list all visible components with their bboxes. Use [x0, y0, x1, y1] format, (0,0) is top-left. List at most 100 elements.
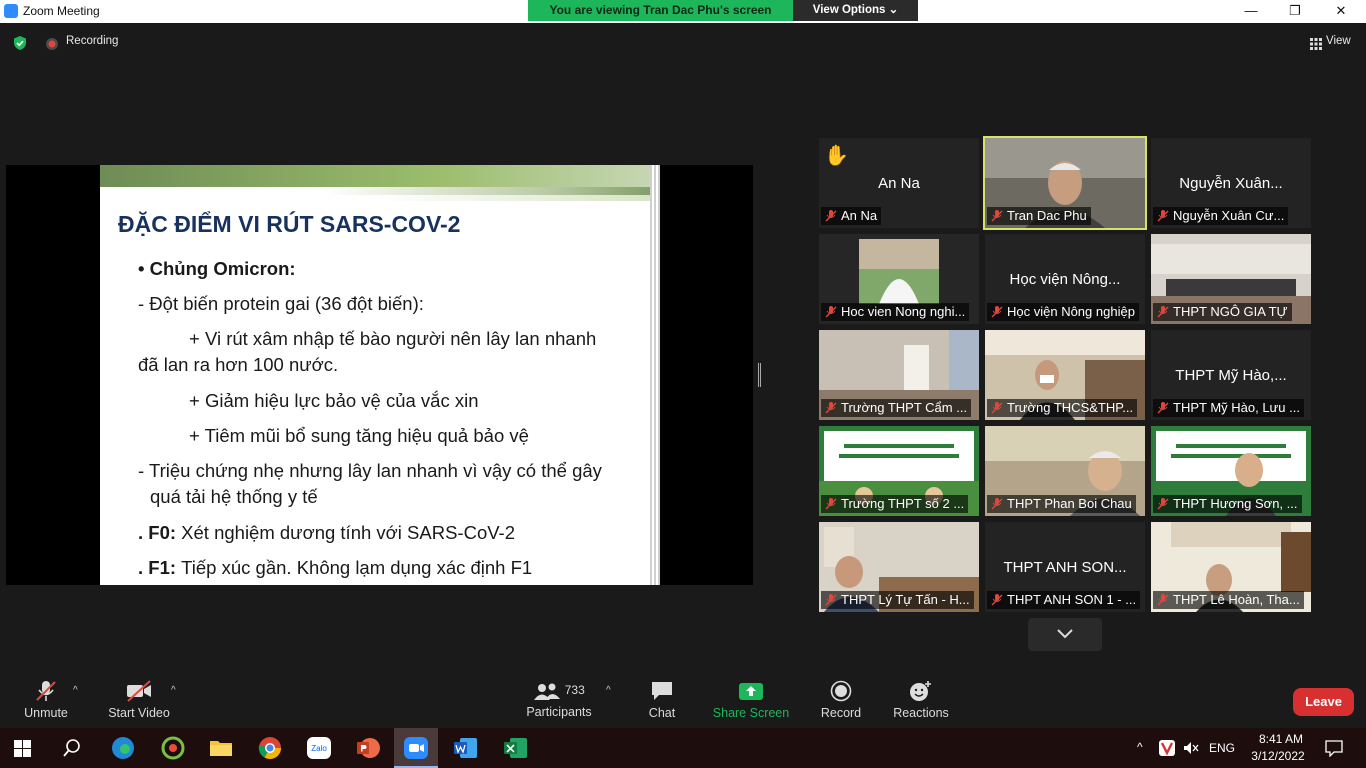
muted-microphone-icon	[825, 210, 837, 222]
participant-tile[interactable]: Hoc vien Nong nghi...	[819, 234, 979, 324]
reactions-smiley-icon	[910, 681, 931, 701]
zoom-taskbar-item[interactable]	[394, 728, 438, 768]
next-page-button[interactable]	[1028, 618, 1102, 651]
leave-button[interactable]: Leave	[1293, 688, 1354, 716]
close-button[interactable]: ✕	[1318, 0, 1364, 23]
record-button[interactable]: Record	[816, 680, 866, 720]
participant-tile[interactable]: Tran Dac Phu	[983, 136, 1147, 230]
participant-name: Trường THCS&THP...	[1007, 400, 1134, 415]
powerpoint-icon[interactable]	[355, 736, 381, 760]
chat-button[interactable]: Chat	[637, 680, 687, 720]
chrome-icon[interactable]	[257, 736, 283, 760]
app-icon[interactable]	[160, 736, 186, 760]
tray-chevron-icon[interactable]: ^	[1137, 740, 1143, 754]
chat-icon	[652, 682, 672, 700]
participant-name-label: Trường THCS&THP...	[987, 399, 1138, 417]
participant-tile[interactable]: Học viện Nông... Học viện Nông nghiệp	[985, 234, 1145, 324]
zalo-icon[interactable]: Zalo	[306, 736, 332, 760]
unmute-button[interactable]: Unmute	[16, 680, 76, 720]
volume-muted-icon[interactable]	[1183, 741, 1199, 755]
slide-line: • Chủng Omicron:	[138, 258, 296, 279]
participant-name-label: An Na	[821, 207, 882, 225]
muted-microphone-icon	[991, 498, 1003, 510]
share-screen-button[interactable]: Share Screen	[711, 680, 791, 720]
participant-tile[interactable]: THPT Lê Hoàn, Tha...	[1151, 522, 1311, 612]
vivaldi-tray-icon[interactable]	[1159, 740, 1175, 756]
participants-options-caret[interactable]: ^	[606, 685, 611, 696]
slide-line: . F1: Tiếp xúc gần. Không lạm dụng xác đ…	[138, 557, 532, 579]
slide-edge-stripes	[650, 165, 660, 585]
participant-tile[interactable]: An Na ✋ An Na	[819, 138, 979, 228]
participant-name-label: THPT Lê Hoàn, Tha...	[1153, 591, 1304, 609]
participant-tile[interactable]: THPT Mỹ Hào,... THPT Mỹ Hào, Lưu ...	[1151, 330, 1311, 420]
clock-date[interactable]: 3/12/2022	[1246, 749, 1310, 763]
participants-label: Participants	[526, 705, 592, 719]
panel-splitter[interactable]	[758, 363, 761, 387]
start-video-button[interactable]: Start Video	[104, 680, 174, 720]
participants-button[interactable]: 733 Participants	[524, 680, 594, 719]
muted-microphone-icon	[991, 306, 1003, 318]
slide-line: + Vi rút xâm nhập tế bào người nên lây l…	[189, 328, 597, 349]
viewing-message: You are viewing Tran Dac Phu's screen	[528, 0, 793, 21]
participant-name-label: Trường THPT Cẩm ...	[821, 399, 972, 417]
view-button[interactable]: View	[1326, 35, 1351, 51]
participants-count: 733	[564, 683, 585, 697]
grid-view-icon[interactable]	[1310, 38, 1322, 50]
participant-tile[interactable]: Trường THPT Cẩm ...	[819, 330, 979, 420]
viewing-banner: You are viewing Tran Dac Phu's screen Vi…	[528, 0, 918, 21]
participant-tile[interactable]: THPT NGÔ GIA TỰ	[1151, 234, 1311, 324]
file-explorer-icon[interactable]	[208, 736, 234, 760]
participant-name-label: THPT ANH SON 1 - ...	[987, 591, 1141, 609]
participant-tile[interactable]: THPT Phan Boi Chau	[985, 426, 1145, 516]
notifications-icon[interactable]	[1325, 739, 1343, 757]
start-video-label: Start Video	[108, 706, 170, 720]
security-shield-icon[interactable]	[12, 35, 28, 51]
participant-tile[interactable]: THPT Hương Sơn, ...	[1151, 426, 1311, 516]
participant-name-label: THPT Lý Tự Tấn - H...	[821, 591, 974, 609]
muted-microphone-icon	[825, 402, 837, 414]
participant-name: THPT Mỹ Hào, Lưu ...	[1173, 400, 1300, 415]
slide-line-text: Tiếp xúc gần. Không lạm dụng xác định F1	[181, 557, 533, 578]
slide-line-label: . F1:	[138, 557, 182, 578]
reactions-button[interactable]: Reactions	[891, 680, 951, 720]
slide-line: . F0: Xét nghiệm dương tính với SARS-CoV…	[138, 522, 515, 544]
participant-name-label: Tran Dac Phu	[987, 207, 1091, 225]
language-indicator[interactable]: ENG	[1209, 741, 1235, 755]
clock-time[interactable]: 8:41 AM	[1252, 732, 1310, 746]
maximize-button[interactable]: ❐	[1272, 0, 1318, 23]
video-options-caret[interactable]: ^	[171, 685, 176, 696]
record-label: Record	[820, 706, 862, 720]
participant-tile[interactable]: THPT Lý Tự Tấn - H...	[819, 522, 979, 612]
participant-name: Trường THPT Cẩm ...	[841, 400, 968, 415]
slide-header-bar	[100, 165, 660, 187]
participant-name: Trường THPT số 2 ...	[841, 496, 965, 511]
video-off-icon	[127, 680, 151, 702]
slide-line: + Tiêm mũi bổ sung tăng hiệu quả bảo vệ	[189, 425, 529, 446]
participant-name-label: THPT Hương Sơn, ...	[1153, 495, 1302, 513]
participant-tile[interactable]: THPT ANH SON... THPT ANH SON 1 - ...	[985, 522, 1145, 612]
zalo-text: Zalo	[311, 744, 327, 753]
excel-icon[interactable]	[502, 736, 528, 760]
shared-screen: ĐẶC ĐIỂM VI RÚT SARS-COV-2 • Chủng Omicr…	[6, 165, 753, 585]
muted-microphone-icon	[991, 594, 1003, 606]
recording-icon	[46, 38, 58, 50]
participant-tile[interactable]: Trường THCS&THP...	[985, 330, 1145, 420]
muted-microphone-icon	[825, 498, 837, 510]
participant-name: THPT NGÔ GIA TỰ	[1173, 304, 1288, 319]
windows-start-icon[interactable]	[14, 740, 40, 764]
participant-tile[interactable]: Trường THPT số 2 ...	[819, 426, 979, 516]
muted-microphone-icon	[991, 402, 1003, 414]
muted-microphone-icon	[1157, 498, 1169, 510]
word-icon[interactable]	[452, 736, 478, 760]
slide-header-bar	[100, 195, 660, 201]
muted-microphone-icon	[825, 306, 837, 318]
participant-name-label: THPT Phan Boi Chau	[987, 495, 1136, 513]
recording-label[interactable]: Recording	[66, 35, 118, 51]
edge-browser-icon[interactable]	[110, 736, 136, 760]
audio-options-caret[interactable]: ^	[73, 685, 78, 696]
participant-name: THPT Hương Sơn, ...	[1173, 496, 1298, 511]
search-icon[interactable]	[62, 738, 88, 762]
minimize-button[interactable]: —	[1228, 0, 1274, 23]
participant-tile[interactable]: Nguyễn Xuân... Nguyễn Xuân Cư...	[1151, 138, 1311, 228]
view-options-button[interactable]: View Options ⌄	[793, 0, 918, 21]
